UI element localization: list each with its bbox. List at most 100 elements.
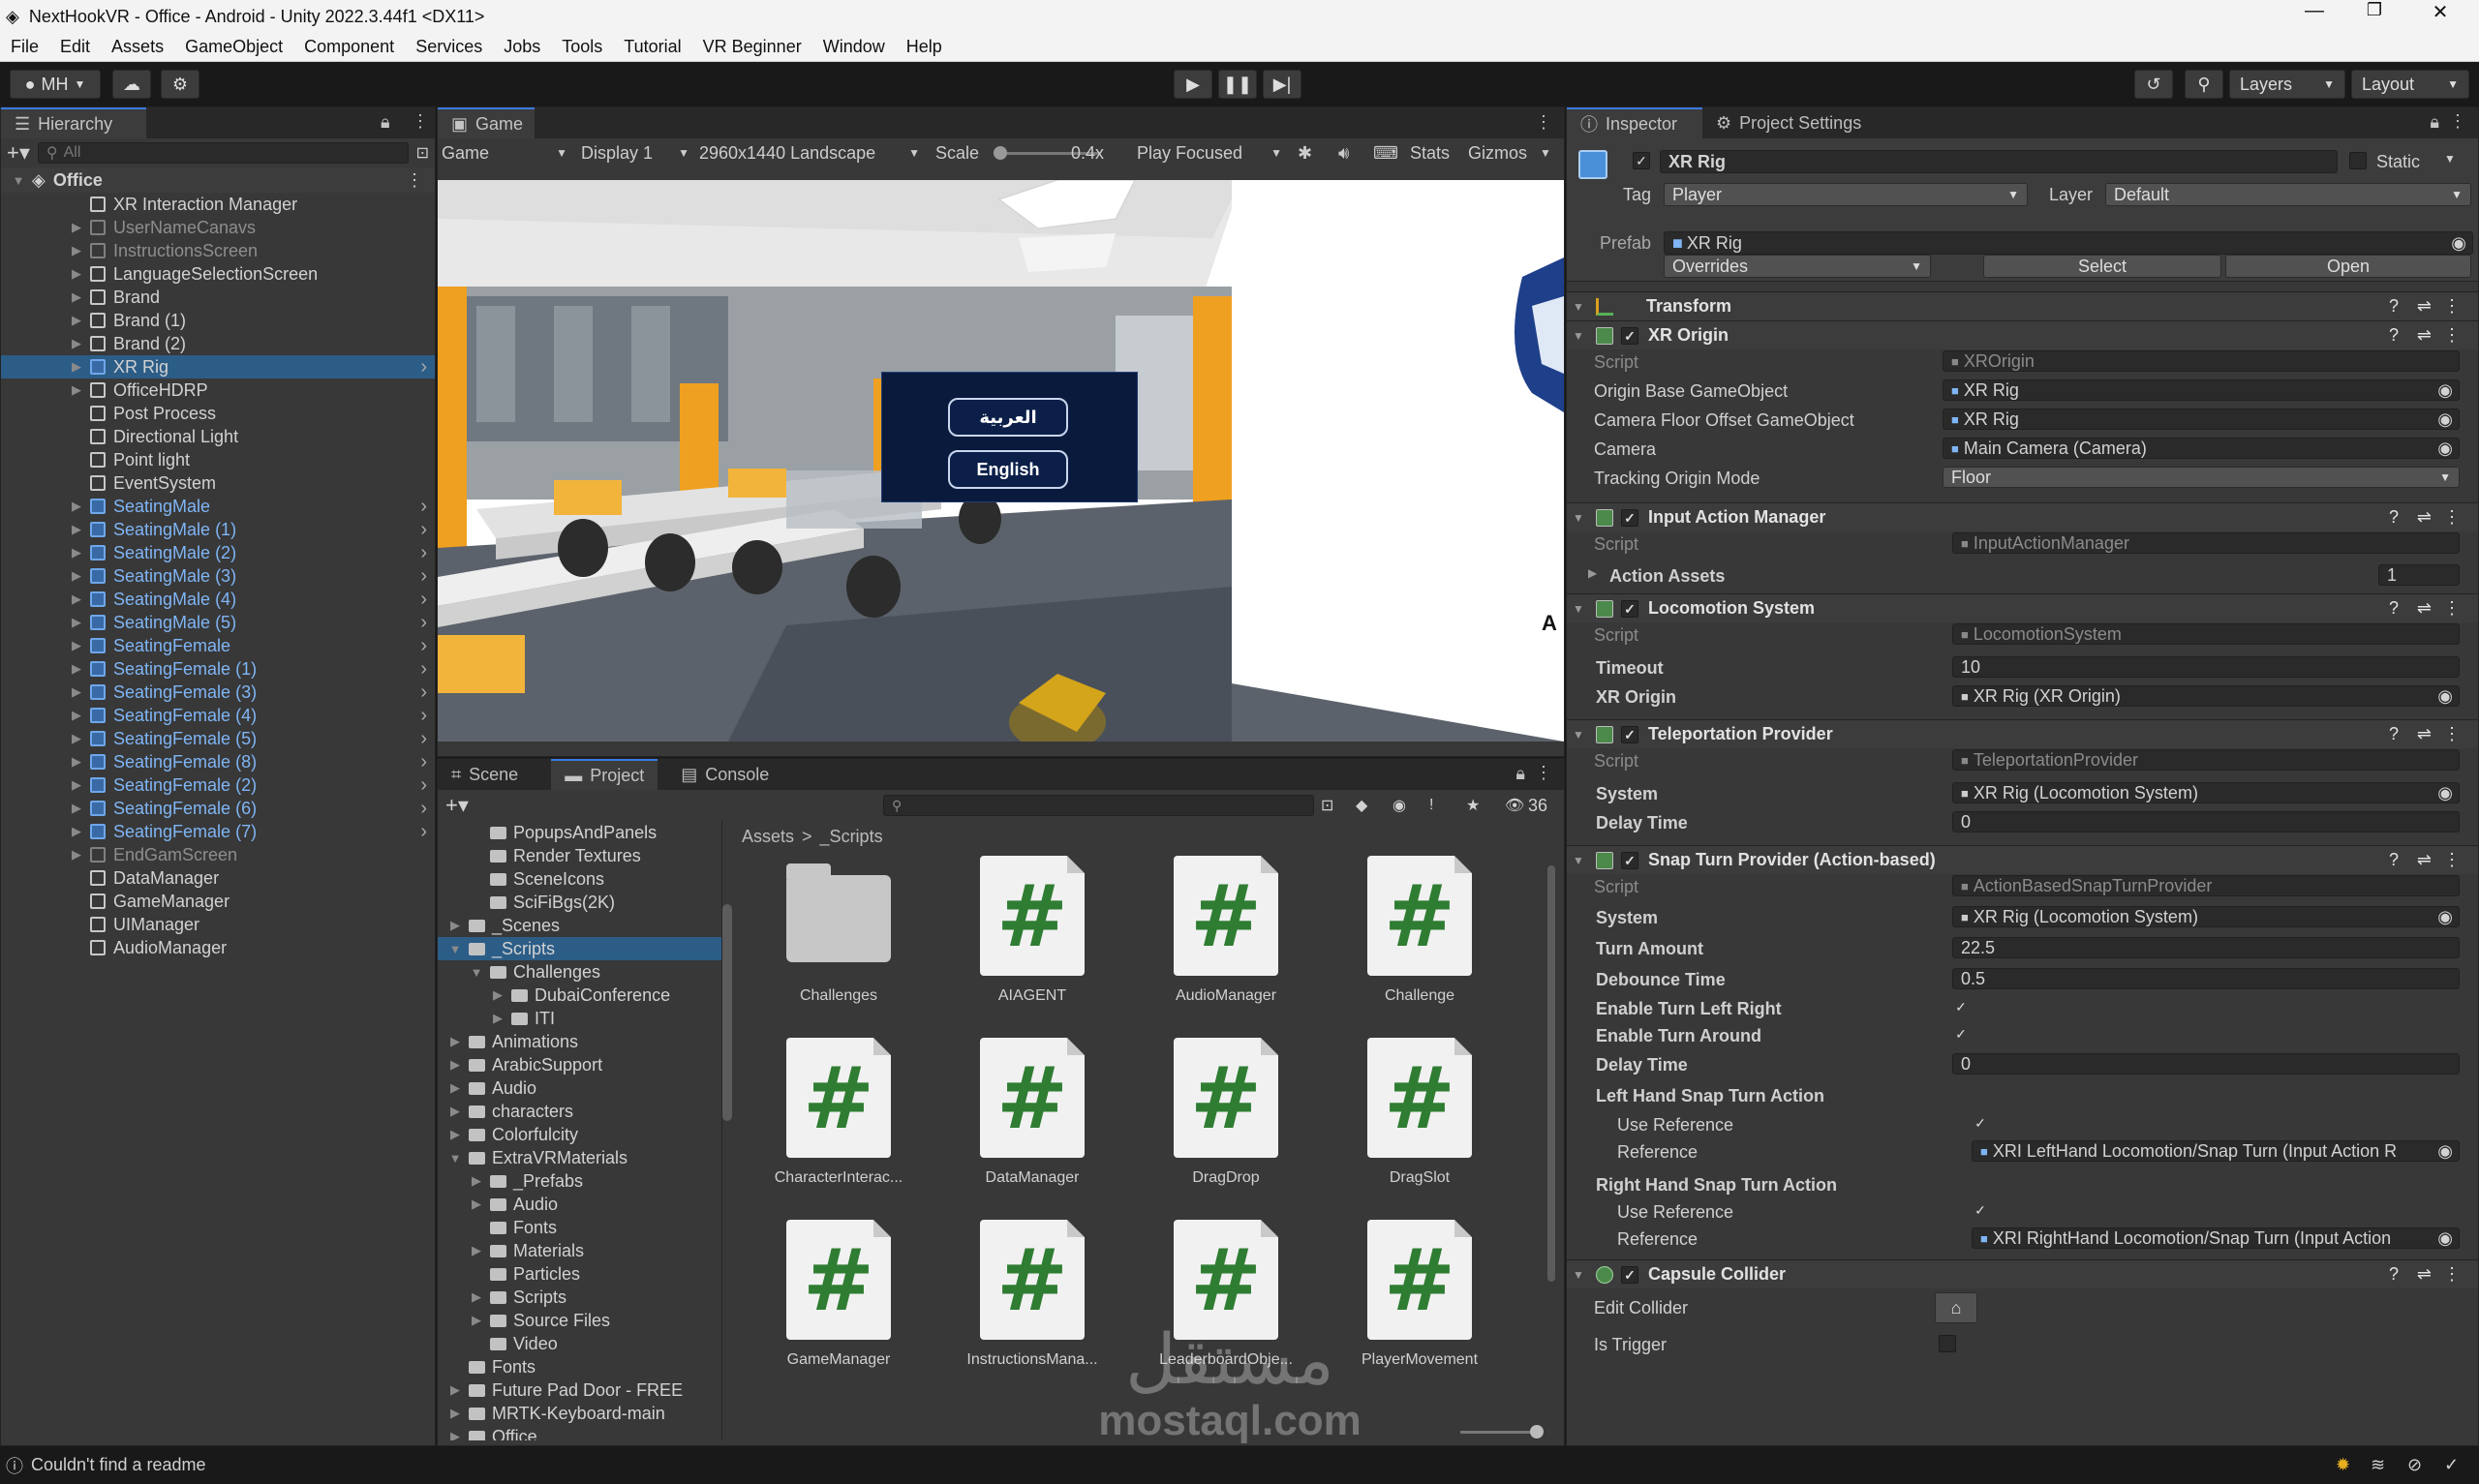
hierarchy-item[interactable]: ▶ SeatingFemale (8) › <box>1 750 435 773</box>
kebab-menu-icon[interactable]: ⋮ <box>2443 598 2461 619</box>
scene-row[interactable]: ▼ ◈ Office ⋮ <box>1 167 435 193</box>
expand-arrow-icon[interactable]: ▼ <box>11 173 26 188</box>
hierarchy-item[interactable]: ▶ OfficeHDRP <box>1 379 435 402</box>
sun-icon[interactable]: ✹ <box>2336 1455 2350 1475</box>
folder-tree-item[interactable]: ▶ characters <box>438 1100 721 1123</box>
hierarchy-item[interactable]: ▶ XR Rig › <box>1 355 435 379</box>
chevron-right-icon[interactable]: › <box>420 798 427 820</box>
expand-arrow-icon[interactable]: ▶ <box>69 847 84 863</box>
asset-script[interactable]: # PlayerMovement <box>1323 1220 1516 1369</box>
folder-tree-item[interactable]: Fonts <box>438 1355 721 1378</box>
expand-arrow-icon[interactable]: ▶ <box>69 545 84 560</box>
hierarchy-item[interactable]: ▶ SeatingFemale (3) › <box>1 681 435 704</box>
folder-tree-item[interactable]: ▶ _Prefabs <box>438 1169 721 1193</box>
chevron-right-icon[interactable]: › <box>420 589 427 611</box>
favorite-star-icon[interactable]: ★ <box>1466 796 1480 815</box>
expand-arrow-icon[interactable]: ▶ <box>69 336 84 351</box>
chevron-right-icon[interactable]: › <box>420 751 427 773</box>
account-button[interactable]: ● MH ▼ <box>10 70 101 99</box>
collapse-arrow-icon[interactable]: ▼ <box>1573 1268 1592 1282</box>
filter-by-label-icon[interactable]: ◆ <box>1356 796 1367 815</box>
hierarchy-item[interactable]: ▶ SeatingFemale › <box>1 634 435 657</box>
chevron-right-icon[interactable]: › <box>420 821 427 843</box>
delay-time-field[interactable]: 0 <box>1952 1053 2460 1075</box>
left-use-reference-checkbox[interactable]: ✓ <box>1972 1115 1989 1133</box>
edit-collider-button[interactable]: ⌂ <box>1935 1292 1977 1323</box>
hierarchy-item[interactable]: ▶ SeatingFemale (4) › <box>1 704 435 727</box>
menu-gameobject[interactable]: GameObject <box>174 37 293 57</box>
expand-arrow-icon[interactable]: ▶ <box>69 801 84 816</box>
hierarchy-item[interactable]: ▶ UserNameCanavs <box>1 216 435 239</box>
collapse-arrow-icon[interactable]: ▼ <box>1573 511 1592 525</box>
undo-history-button[interactable]: ↺ <box>2134 70 2173 99</box>
component-enabled-checkbox[interactable]: ✓ <box>1621 599 1638 618</box>
chevron-right-icon[interactable]: › <box>420 519 427 541</box>
chevron-right-icon[interactable]: › <box>420 774 427 797</box>
expand-arrow-icon[interactable]: ▶ <box>447 918 463 933</box>
asset-script[interactable]: # InstructionsMana... <box>935 1220 1129 1369</box>
component-enabled-checkbox[interactable]: ✓ <box>1621 1265 1638 1284</box>
pause-button[interactable]: ❚❚ <box>1218 70 1257 99</box>
folder-tree-item[interactable]: ▶ Materials <box>438 1239 721 1262</box>
folder-tree-item[interactable]: ▶ Office <box>438 1425 721 1440</box>
folder-tree-item[interactable]: Video <box>438 1332 721 1355</box>
tab-inspector[interactable]: ⓘ Inspector <box>1567 107 1702 138</box>
lock-icon[interactable]: 🔒︎ <box>1515 764 1525 784</box>
tab-project[interactable]: ▬ Project <box>551 759 658 790</box>
expand-arrow-icon[interactable]: ▶ <box>69 615 84 630</box>
action-assets-row[interactable]: ▶ Action Assets 1 <box>1567 560 2478 593</box>
minimize-button[interactable]: — <box>2295 0 2334 22</box>
game-mode-dropdown[interactable]: Game ▼ <box>442 143 567 164</box>
expand-arrow-icon[interactable]: ▶ <box>469 1313 484 1328</box>
tree-scrollbar[interactable] <box>722 904 732 1121</box>
expand-arrow-icon[interactable]: ▶ <box>469 1173 484 1189</box>
folder-tree-item[interactable]: ▼ _Scripts <box>438 937 721 960</box>
system-field[interactable]: ■ XR Rig (Locomotion System) ◉ <box>1952 782 2460 803</box>
camera-floor-offset-field[interactable]: ■ XR Rig ◉ <box>1943 409 2460 430</box>
preset-icon[interactable]: ⇌ <box>2417 598 2432 619</box>
menu-services[interactable]: Services <box>405 37 493 57</box>
kebab-menu-icon[interactable]: ⋮ <box>2443 296 2461 317</box>
expand-arrow-icon[interactable]: ▶ <box>69 266 84 282</box>
asset-script[interactable]: # DragDrop <box>1129 1038 1323 1187</box>
preset-icon[interactable]: ⇌ <box>2417 850 2432 870</box>
menu-jobs[interactable]: Jobs <box>493 37 551 57</box>
hierarchy-item[interactable]: Point light <box>1 448 435 471</box>
kebab-menu-icon[interactable]: ⋮ <box>412 111 429 132</box>
expand-arrow-icon[interactable]: ▶ <box>447 1382 463 1398</box>
enable-turn-left-right-checkbox[interactable]: ✓ <box>1952 999 1970 1016</box>
expand-arrow-icon[interactable]: ▶ <box>490 987 505 1003</box>
hierarchy-item[interactable]: ▶ SeatingFemale (6) › <box>1 797 435 820</box>
component-enabled-checkbox[interactable]: ✓ <box>1621 725 1638 743</box>
expand-arrow-icon[interactable]: ▶ <box>69 382 84 398</box>
component-header[interactable]: ▼ Transform? ⇌ ⋮ <box>1567 291 2478 320</box>
chevron-right-icon[interactable]: › <box>420 635 427 657</box>
object-picker-icon[interactable]: ◉ <box>2437 686 2453 706</box>
delay-time-field[interactable]: 0 <box>1952 811 2460 833</box>
tab-scene[interactable]: ⌗ Scene <box>438 759 532 790</box>
hierarchy-item[interactable]: ▶ SeatingMale (5) › <box>1 611 435 634</box>
component-enabled-checkbox[interactable]: ✓ <box>1621 326 1638 345</box>
collapse-arrow-icon[interactable]: ▼ <box>447 942 463 956</box>
system-field[interactable]: ■ XR Rig (Locomotion System) ◉ <box>1952 906 2460 927</box>
folder-tree-item[interactable]: ▶ Scripts <box>438 1286 721 1309</box>
scale-slider-handle[interactable] <box>994 146 1007 160</box>
folder-tree-item[interactable]: Fonts <box>438 1216 721 1239</box>
object-picker-icon[interactable]: ◉ <box>2437 783 2453 803</box>
step-button[interactable]: ▶| <box>1263 70 1301 99</box>
chevron-right-icon[interactable]: › <box>420 728 427 750</box>
hierarchy-item[interactable]: ▶ SeatingMale (3) › <box>1 564 435 588</box>
asset-script[interactable]: # AudioManager <box>1129 856 1323 1005</box>
play-button[interactable]: ▶ <box>1174 70 1212 99</box>
collapse-arrow-icon[interactable]: ▼ <box>1573 728 1592 742</box>
object-picker-icon[interactable]: ◉ <box>2437 907 2453 926</box>
origin-base-field[interactable]: ■ XR Rig ◉ <box>1943 379 2460 401</box>
icon-size-slider[interactable] <box>1460 1425 1544 1439</box>
gizmos-button[interactable]: Gizmos <box>1468 143 1527 164</box>
object-picker-icon[interactable]: ◉ <box>2437 380 2453 400</box>
play-mode-dropdown[interactable]: Play Focused ▼ <box>1137 143 1282 164</box>
chevron-right-icon[interactable]: › <box>420 356 427 379</box>
xr-origin-field[interactable]: ■ XR Rig (XR Origin) ◉ <box>1952 685 2460 707</box>
chevron-right-icon[interactable]: › <box>420 681 427 704</box>
kebab-menu-icon[interactable]: ⋮ <box>1535 763 1552 783</box>
